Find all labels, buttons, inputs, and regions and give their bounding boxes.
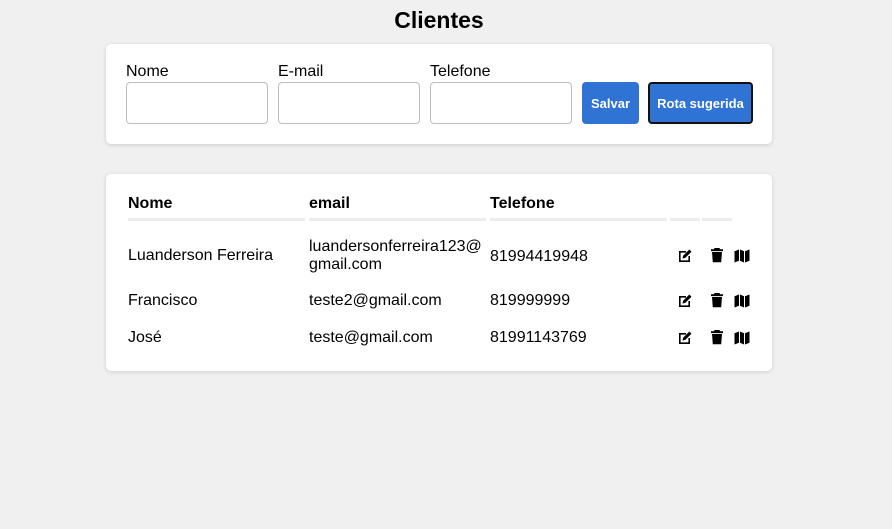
column-header-phone: Telefone (490, 195, 555, 212)
client-email: luandersonferreira123@ (309, 238, 482, 255)
phone-input[interactable] (430, 82, 572, 124)
email-label: E-mail (278, 63, 324, 80)
client-email: teste@gmail.com (309, 329, 433, 346)
phone-field-group: Telefone (430, 63, 572, 124)
client-phone: 81994419948 (490, 248, 588, 265)
header-divider (309, 218, 486, 221)
map-icon[interactable] (734, 330, 750, 346)
suggested-route-button[interactable]: Rota sugerida (648, 82, 753, 124)
trash-icon[interactable] (709, 292, 725, 308)
client-phone: 819999999 (490, 292, 571, 309)
client-name: Luanderson Ferreira (128, 247, 273, 264)
client-phone: 81991143769 (490, 329, 587, 346)
client-email-continued: gmail.com (309, 256, 382, 273)
name-input[interactable] (126, 82, 268, 124)
map-icon[interactable] (734, 293, 750, 309)
column-header-name: Nome (128, 195, 173, 212)
header-divider (670, 218, 700, 221)
trash-icon[interactable] (709, 247, 725, 263)
client-name: José (128, 329, 162, 346)
clients-table-card: Nome email Telefone Luanderson Ferreira … (106, 174, 772, 371)
client-name: Francisco (128, 292, 198, 309)
name-label: Nome (126, 63, 169, 80)
client-email: teste2@gmail.com (309, 292, 442, 309)
column-header-email: email (309, 195, 350, 212)
phone-label: Telefone (430, 63, 491, 80)
edit-icon[interactable] (677, 330, 693, 346)
map-icon[interactable] (734, 248, 750, 264)
client-form-card: Nome E-mail Telefone Salvar Rota sugerid… (106, 44, 772, 144)
header-divider (490, 218, 667, 221)
email-field-group: E-mail (278, 63, 420, 124)
header-divider (702, 218, 732, 221)
name-field-group: Nome (126, 63, 268, 124)
email-input[interactable] (278, 82, 420, 124)
save-button[interactable]: Salvar (582, 82, 639, 124)
page-title: Clientes (394, 7, 484, 33)
header-divider (128, 218, 305, 221)
edit-icon[interactable] (677, 248, 693, 264)
edit-icon[interactable] (677, 293, 693, 309)
trash-icon[interactable] (709, 329, 725, 345)
